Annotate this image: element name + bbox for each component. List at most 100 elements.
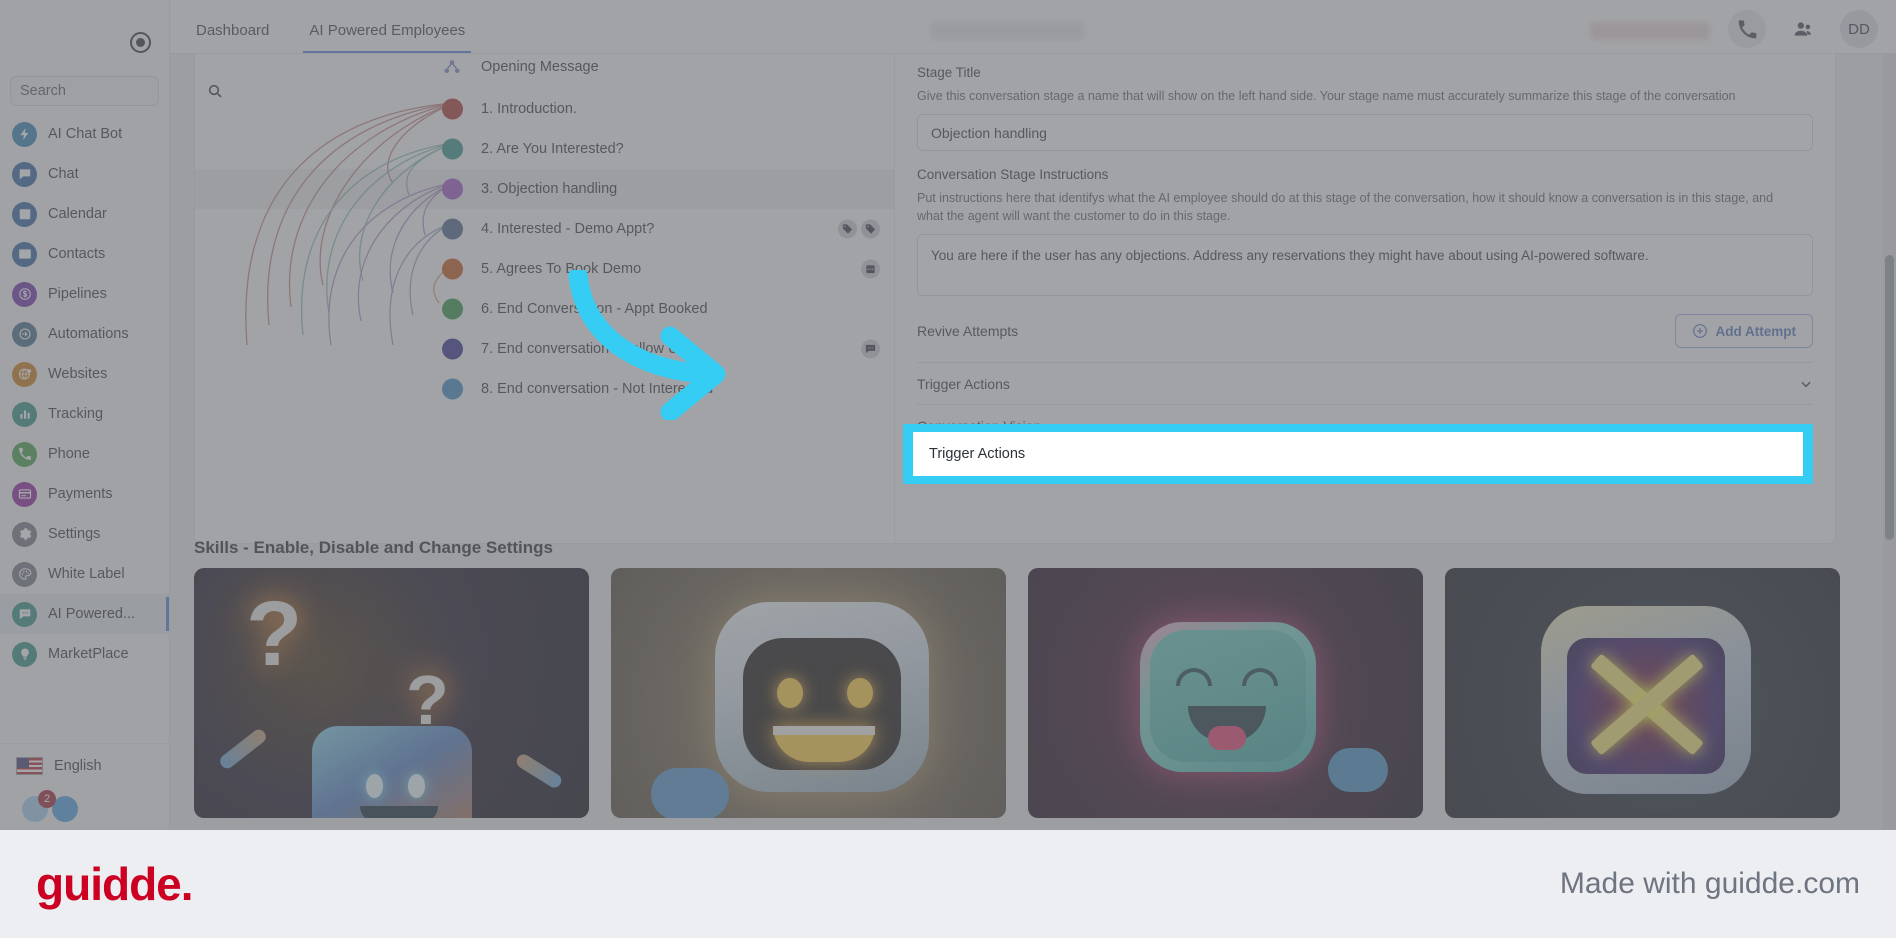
sidebar-item-label: MarketPlace [48,646,129,662]
tag-icon[interactable] [861,219,880,239]
accordion-trigger-actions[interactable]: Trigger Actions [917,362,1813,404]
skill-card-happy-bot[interactable] [611,568,1006,818]
skills-grid: ? ? [194,568,1840,818]
us-flag-icon [16,757,43,775]
sidebar-item-label: Phone [48,446,90,462]
stage-row[interactable]: 7. End conversation - Follow Up [195,329,894,369]
sidebar-item-payments[interactable]: Payments [0,474,169,514]
globe-icon [12,361,37,387]
accordion-label: Trigger Actions [917,375,1010,392]
tab-dashboard[interactable]: Dashboard [190,22,275,53]
sidebar-item-label: Chat [48,166,79,182]
scrollbar-thumb[interactable] [1885,255,1894,540]
sidebar-item-white-label[interactable]: White Label [0,554,169,594]
notification-badge: 2 [38,790,56,808]
language-selector[interactable]: English [0,744,169,788]
stage-title-input[interactable]: Objection handling [917,114,1813,152]
sidebar-item-automations[interactable]: Automations [0,314,169,354]
stage-color-dot [442,258,463,280]
user-avatar[interactable]: DD [1840,10,1878,48]
sidebar-search[interactable] [10,76,222,106]
bar-chart-icon [12,401,37,427]
stage-row[interactable]: 6. End Conversation - Appt Booked [195,289,894,329]
stage-row[interactable]: 4. Interested - Demo Appt? [195,209,894,249]
lightbulb-icon [12,641,37,667]
sidebar-header [0,0,169,76]
collapse-circle-icon[interactable] [130,32,151,53]
skill-card-x-bot[interactable] [1445,568,1840,818]
stage-color-dot [442,338,463,360]
sidebar-item-label: Automations [48,326,129,342]
tab-ai-powered-employees[interactable]: AI Powered Employees [303,22,472,53]
phone-icon[interactable] [1728,10,1766,48]
stage-row-icons [838,219,880,239]
language-label: English [54,758,102,774]
stage-title-help: Give this conversation stage a name that… [917,89,1736,103]
stage-color-dot [442,218,463,240]
skill-card-smiling-bot[interactable] [1028,568,1423,818]
skill-card-question-bot[interactable]: ? ? [194,568,589,818]
add-attempt-label: Add Attempt [1715,323,1797,339]
sidebar-item-label: AI Chat Bot [48,126,123,142]
sidebar-item-ai-powered[interactable]: AI Powered... [0,594,169,634]
stage-label: 7. End conversation - Follow Up [481,341,687,357]
chat-icon [12,161,37,187]
sidebar-item-calendar[interactable]: Calendar [0,194,169,234]
stage-label: 1. Introduction. [481,101,577,117]
sidebar-item-websites[interactable]: Websites [0,354,169,394]
revive-attempts-label: Revive Attempts [917,323,1019,340]
sidebar-item-label: Settings [48,526,101,542]
stage-color-dot [442,298,463,320]
sidebar-item-ai-chat-bot[interactable]: AI Chat Bot [0,114,169,154]
highlight-box-trigger-actions[interactable]: Trigger Actions [903,424,1813,484]
sidebar-item-marketplace[interactable]: MarketPlace [0,634,169,674]
guidde-logo: guidde. [36,858,194,910]
top-bar-placeholder [1590,22,1710,40]
made-with-guidde-label: Made with guidde.com [1559,867,1860,900]
sidebar-item-pipelines[interactable]: Pipelines [0,274,169,314]
sidebar-item-contacts[interactable]: Contacts [0,234,169,274]
left-sidebar: AI Chat Bot Chat Calendar Contacts Pipelines… [0,0,222,830]
guidde-footer: guidde. Made with guidde.com [0,830,1896,938]
opening-message-row[interactable]: Opening Message [195,54,894,89]
sidebar-item-label: Pipelines [48,286,107,302]
tab-strip: Dashboard AI Powered Employees [190,0,472,53]
sidebar-avatars[interactable]: 2 [0,788,169,830]
search-input[interactable] [20,83,207,99]
instructions-help: Put instructions here that identifys wha… [917,191,1774,224]
skills-section-title: Skills - Enable, Disable and Change Sett… [194,538,553,557]
stage-color-dot [442,378,463,400]
screenshot-root: AI Chat Bot Chat Calendar Contacts Pipelines… [0,0,1896,938]
sidebar-item-label: Calendar [48,206,107,222]
sidebar-item-chat[interactable]: Chat [0,154,169,194]
sidebar-item-tracking[interactable]: Tracking [0,394,169,434]
sidebar-nav: AI Chat Bot Chat Calendar Contacts Pipelines… [0,114,169,674]
stage-label: 8. End conversation - Not Interested [481,381,714,397]
opening-message-label: Opening Message [481,59,599,75]
stage-row[interactable]: 1. Introduction. [195,89,894,129]
contact-card-icon [12,241,37,267]
sidebar-item-phone[interactable]: Phone [0,434,169,474]
message-icon[interactable] [861,339,880,359]
ai-chat-icon [12,601,37,627]
add-attempt-button[interactable]: Add Attempt [1674,314,1813,349]
stage-row[interactable]: 8. End conversation - Not Interested [195,369,894,409]
instructions-textarea[interactable]: You are here if the user has any objecti… [917,234,1813,297]
top-bar-actions: DD [1728,10,1878,48]
trigger-actions-label: Trigger Actions [929,446,1026,462]
sidebar-item-label: White Label [48,566,125,582]
trigger-actions-row[interactable]: Trigger Actions [913,432,1803,476]
calendar-icon[interactable] [861,259,880,279]
stage-row[interactable]: 3. Objection handling [195,169,894,209]
stage-row[interactable]: 2. Are You Interested? [195,129,894,169]
sidebar-item-settings[interactable]: Settings [0,514,169,554]
instructions-label: Conversation Stage Instructions [917,167,1109,183]
stage-label: 4. Interested - Demo Appt? [481,221,655,237]
sidebar-item-label: AI Powered... [48,606,136,622]
stage-row[interactable]: 5. Agrees To Book Demo [195,249,894,289]
sidebar-item-label: Tracking [48,406,104,422]
tag-icon[interactable] [838,219,857,239]
sidebar-item-label: Websites [48,366,108,382]
people-icon[interactable] [1784,10,1822,48]
stage-row-icons [861,339,880,359]
